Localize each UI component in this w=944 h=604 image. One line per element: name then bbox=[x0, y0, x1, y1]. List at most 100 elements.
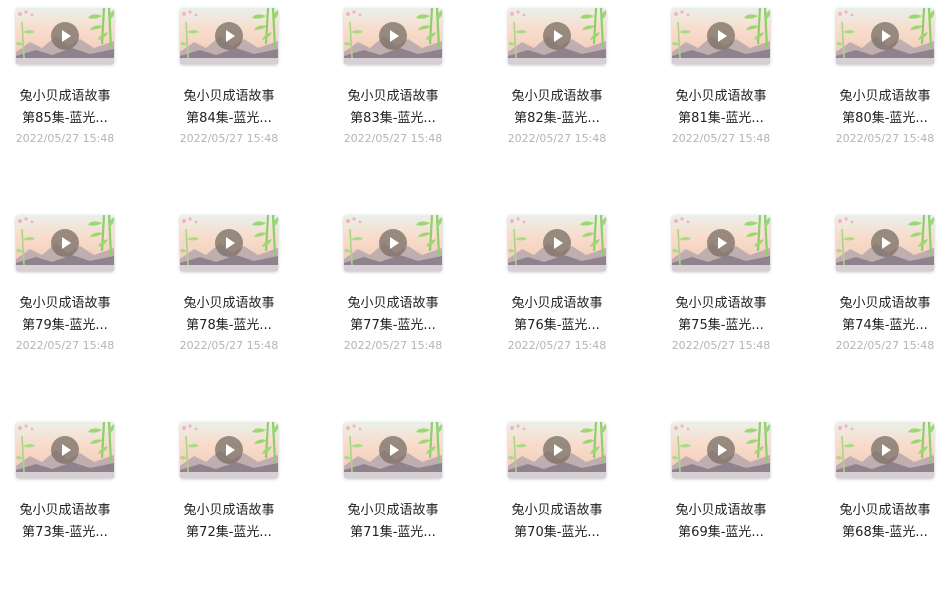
video-thumbnail[interactable] bbox=[16, 422, 114, 478]
video-thumbnail[interactable] bbox=[180, 8, 278, 64]
play-icon[interactable] bbox=[215, 436, 243, 464]
file-item[interactable]: 兔小贝成语故事 第69集-蓝光... bbox=[656, 414, 786, 604]
video-thumbnail[interactable] bbox=[508, 8, 606, 64]
file-title-episode[interactable]: 第83集-蓝光... bbox=[328, 110, 458, 128]
file-item[interactable]: 兔小贝成语故事 第70集-蓝光... bbox=[492, 414, 622, 604]
file-item[interactable]: 兔小贝成语故事 第76集-蓝光... 2022/05/27 15:48 bbox=[492, 207, 622, 397]
video-thumbnail[interactable] bbox=[508, 215, 606, 271]
video-thumbnail[interactable] bbox=[672, 422, 770, 478]
video-thumbnail[interactable] bbox=[672, 8, 770, 64]
file-title-episode[interactable]: 第76集-蓝光... bbox=[492, 317, 622, 335]
file-item[interactable]: 兔小贝成语故事 第68集-蓝光... bbox=[820, 414, 944, 604]
play-icon[interactable] bbox=[51, 229, 79, 257]
file-title-episode[interactable]: 第81集-蓝光... bbox=[656, 110, 786, 128]
file-title-episode[interactable]: 第70集-蓝光... bbox=[492, 524, 622, 542]
play-icon[interactable] bbox=[871, 436, 899, 464]
file-date: 2022/05/27 15:48 bbox=[179, 132, 279, 145]
play-icon[interactable] bbox=[543, 229, 571, 257]
file-date: 2022/05/27 15:48 bbox=[835, 132, 935, 145]
file-item[interactable]: 兔小贝成语故事 第84集-蓝光... 2022/05/27 15:48 bbox=[164, 0, 294, 190]
file-item[interactable]: 兔小贝成语故事 第74集-蓝光... 2022/05/27 15:48 bbox=[820, 207, 944, 397]
file-date: 2022/05/27 15:48 bbox=[15, 339, 115, 352]
play-icon[interactable] bbox=[707, 436, 735, 464]
file-title[interactable]: 兔小贝成语故事 bbox=[0, 502, 130, 520]
play-icon[interactable] bbox=[215, 229, 243, 257]
video-thumbnail[interactable] bbox=[344, 215, 442, 271]
file-item[interactable]: 兔小贝成语故事 第82集-蓝光... 2022/05/27 15:48 bbox=[492, 0, 622, 190]
play-icon[interactable] bbox=[543, 22, 571, 50]
video-thumbnail[interactable] bbox=[16, 8, 114, 64]
play-icon[interactable] bbox=[215, 22, 243, 50]
file-title[interactable]: 兔小贝成语故事 bbox=[656, 88, 786, 106]
file-item[interactable]: 兔小贝成语故事 第75集-蓝光... 2022/05/27 15:48 bbox=[656, 207, 786, 397]
file-title[interactable]: 兔小贝成语故事 bbox=[164, 88, 294, 106]
file-title[interactable]: 兔小贝成语故事 bbox=[164, 295, 294, 313]
file-title[interactable]: 兔小贝成语故事 bbox=[656, 295, 786, 313]
file-title-episode[interactable]: 第79集-蓝光... bbox=[0, 317, 130, 335]
video-thumbnail[interactable] bbox=[180, 215, 278, 271]
video-thumbnail[interactable] bbox=[508, 422, 606, 478]
video-thumbnail[interactable] bbox=[836, 422, 934, 478]
file-title[interactable]: 兔小贝成语故事 bbox=[820, 502, 944, 520]
file-title-episode[interactable]: 第85集-蓝光... bbox=[0, 110, 130, 128]
file-date: 2022/05/27 15:48 bbox=[507, 339, 607, 352]
file-date: 2022/05/27 15:48 bbox=[671, 132, 771, 145]
file-date: 2022/05/27 15:48 bbox=[671, 339, 771, 352]
file-date: 2022/05/27 15:48 bbox=[15, 132, 115, 145]
video-thumbnail[interactable] bbox=[180, 422, 278, 478]
file-title-episode[interactable]: 第73集-蓝光... bbox=[0, 524, 130, 542]
file-title[interactable]: 兔小贝成语故事 bbox=[328, 502, 458, 520]
video-thumbnail[interactable] bbox=[16, 215, 114, 271]
video-thumbnail[interactable] bbox=[344, 8, 442, 64]
file-title-episode[interactable]: 第68集-蓝光... bbox=[820, 524, 944, 542]
play-icon[interactable] bbox=[871, 229, 899, 257]
play-icon[interactable] bbox=[871, 22, 899, 50]
video-thumbnail[interactable] bbox=[344, 422, 442, 478]
file-title[interactable]: 兔小贝成语故事 bbox=[328, 295, 458, 313]
file-title[interactable]: 兔小贝成语故事 bbox=[820, 88, 944, 106]
file-date: 2022/05/27 15:48 bbox=[507, 132, 607, 145]
play-icon[interactable] bbox=[543, 436, 571, 464]
play-icon[interactable] bbox=[379, 22, 407, 50]
file-title-episode[interactable]: 第69集-蓝光... bbox=[656, 524, 786, 542]
file-title[interactable]: 兔小贝成语故事 bbox=[492, 502, 622, 520]
file-item[interactable]: 兔小贝成语故事 第73集-蓝光... bbox=[0, 414, 130, 604]
file-item[interactable]: 兔小贝成语故事 第79集-蓝光... 2022/05/27 15:48 bbox=[0, 207, 130, 397]
play-icon[interactable] bbox=[379, 436, 407, 464]
file-item[interactable]: 兔小贝成语故事 第77集-蓝光... 2022/05/27 15:48 bbox=[328, 207, 458, 397]
file-title[interactable]: 兔小贝成语故事 bbox=[820, 295, 944, 313]
play-icon[interactable] bbox=[51, 22, 79, 50]
file-title-episode[interactable]: 第77集-蓝光... bbox=[328, 317, 458, 335]
play-icon[interactable] bbox=[707, 22, 735, 50]
file-item[interactable]: 兔小贝成语故事 第83集-蓝光... 2022/05/27 15:48 bbox=[328, 0, 458, 190]
file-title[interactable]: 兔小贝成语故事 bbox=[164, 502, 294, 520]
file-title[interactable]: 兔小贝成语故事 bbox=[656, 502, 786, 520]
file-title[interactable]: 兔小贝成语故事 bbox=[0, 88, 130, 106]
play-icon[interactable] bbox=[379, 229, 407, 257]
file-item[interactable]: 兔小贝成语故事 第71集-蓝光... bbox=[328, 414, 458, 604]
file-item[interactable]: 兔小贝成语故事 第72集-蓝光... bbox=[164, 414, 294, 604]
file-title[interactable]: 兔小贝成语故事 bbox=[492, 295, 622, 313]
file-item[interactable]: 兔小贝成语故事 第81集-蓝光... 2022/05/27 15:48 bbox=[656, 0, 786, 190]
file-title[interactable]: 兔小贝成语故事 bbox=[328, 88, 458, 106]
file-title-episode[interactable]: 第78集-蓝光... bbox=[164, 317, 294, 335]
file-title-episode[interactable]: 第72集-蓝光... bbox=[164, 524, 294, 542]
file-title[interactable]: 兔小贝成语故事 bbox=[492, 88, 622, 106]
file-item[interactable]: 兔小贝成语故事 第80集-蓝光... 2022/05/27 15:48 bbox=[820, 0, 944, 190]
file-title[interactable]: 兔小贝成语故事 bbox=[0, 295, 130, 313]
file-title-episode[interactable]: 第84集-蓝光... bbox=[164, 110, 294, 128]
play-icon[interactable] bbox=[707, 229, 735, 257]
file-title-episode[interactable]: 第80集-蓝光... bbox=[820, 110, 944, 128]
video-thumbnail[interactable] bbox=[672, 215, 770, 271]
file-title-episode[interactable]: 第82集-蓝光... bbox=[492, 110, 622, 128]
file-date: 2022/05/27 15:48 bbox=[343, 132, 443, 145]
play-icon[interactable] bbox=[51, 436, 79, 464]
file-item[interactable]: 兔小贝成语故事 第78集-蓝光... 2022/05/27 15:48 bbox=[164, 207, 294, 397]
video-thumbnail[interactable] bbox=[836, 8, 934, 64]
file-title-episode[interactable]: 第71集-蓝光... bbox=[328, 524, 458, 542]
file-title-episode[interactable]: 第75集-蓝光... bbox=[656, 317, 786, 335]
video-thumbnail[interactable] bbox=[836, 215, 934, 271]
file-item[interactable]: 兔小贝成语故事 第85集-蓝光... 2022/05/27 15:48 bbox=[0, 0, 130, 190]
file-title-episode[interactable]: 第74集-蓝光... bbox=[820, 317, 944, 335]
file-grid: 兔小贝成语故事 第85集-蓝光... 2022/05/27 15:48 兔小贝成… bbox=[0, 0, 944, 551]
